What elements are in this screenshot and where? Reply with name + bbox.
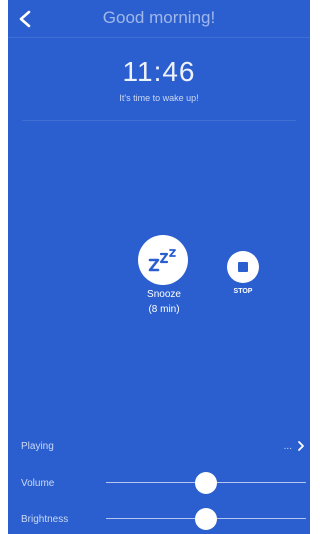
playing-label: Playing [21,441,54,452]
divider [22,120,296,121]
snooze-duration: (8 min) [148,304,180,315]
chevron-right-icon[interactable] [296,440,306,452]
brightness-slider-thumb[interactable] [195,508,217,530]
brightness-slider[interactable] [106,508,306,530]
stop-icon [238,262,248,272]
snooze-label-group: Snooze (8 min) [112,287,216,317]
page-title: Good morning! [102,8,216,27]
snooze-label: Snooze [147,289,181,300]
zzz-icon [148,249,176,272]
volume-label: Volume [21,478,55,489]
alarm-time: 11:46 [122,56,196,87]
volume-slider-thumb[interactable] [195,472,217,494]
volume-slider[interactable] [106,472,306,494]
stop-label: STOP [233,288,253,295]
alarm-screen: Good morning! 11:46 It's time to wake up… [8,0,310,534]
snooze-button[interactable] [138,235,188,285]
wake-message: It's time to wake up! [119,93,199,103]
playing-value[interactable]: ... [284,441,292,452]
brightness-label: Brightness [21,514,69,525]
header-bar: Good morning! [8,0,310,38]
stop-button[interactable] [227,251,259,283]
